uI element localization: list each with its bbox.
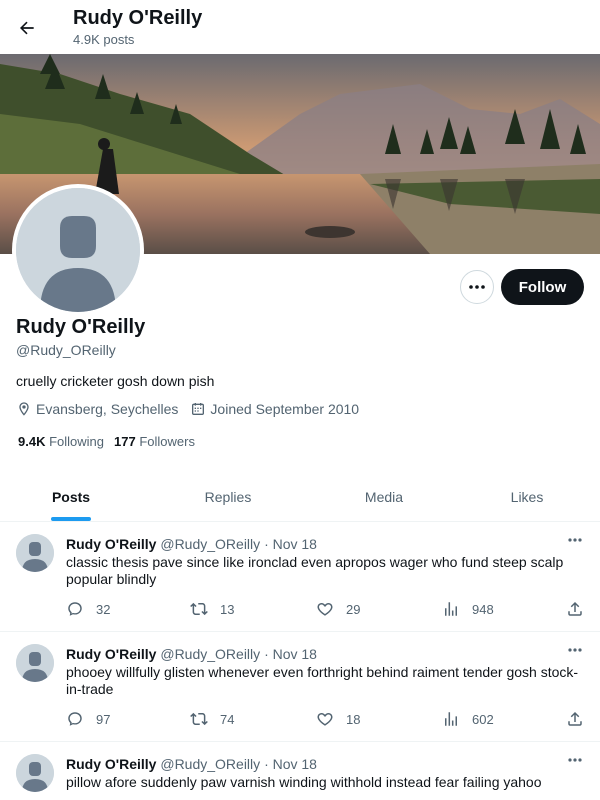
followers-link[interactable]: 177 Followers — [114, 434, 195, 449]
page-title: Rudy O'Reilly — [73, 7, 203, 29]
tab-replies[interactable]: Replies — [142, 472, 314, 521]
following-label: Following — [49, 434, 105, 449]
share-button[interactable] — [566, 710, 596, 728]
tab-likes[interactable]: Likes — [454, 472, 600, 521]
tweet[interactable]: Rudy O'Reilly @Rudy_OReilly · Nov 18 pil… — [0, 742, 600, 800]
views-button[interactable]: 948 — [442, 600, 494, 618]
followers-label: Followers — [139, 434, 195, 449]
ellipsis-icon — [568, 758, 582, 762]
profile-tabs: Posts Replies Media Likes — [0, 472, 600, 522]
tab-label: Replies — [204, 488, 252, 505]
tweet-avatar[interactable] — [16, 754, 54, 792]
tweet-more-button[interactable] — [564, 640, 586, 660]
default-avatar-icon — [16, 644, 54, 682]
repost-button[interactable]: 74 — [190, 710, 234, 728]
share-button[interactable] — [566, 600, 596, 618]
tab-label: Media — [364, 488, 404, 505]
tweet-author-name[interactable]: Rudy O'Reilly — [66, 756, 156, 772]
tweet-text: pillow afore suddenly paw varnish windin… — [66, 774, 542, 790]
like-button[interactable]: 18 — [316, 710, 360, 728]
back-button[interactable] — [10, 11, 44, 45]
tab-posts[interactable]: Posts — [0, 472, 142, 521]
tweet-avatar[interactable] — [16, 644, 54, 682]
repost-count: 13 — [220, 601, 235, 617]
tweet-date[interactable]: · Nov 18 — [264, 536, 317, 552]
reply-button[interactable]: 97 — [66, 710, 110, 728]
ellipsis-icon — [469, 285, 485, 289]
tweet-more-button[interactable] — [564, 750, 586, 770]
followers-count: 177 — [114, 434, 136, 449]
reply-icon — [68, 712, 82, 726]
tweet-header: Rudy O'Reilly @Rudy_OReilly · Nov 18 — [66, 646, 317, 662]
like-button[interactable]: 29 — [316, 600, 360, 618]
analytics-icon — [445, 602, 457, 616]
repost-icon — [190, 602, 208, 616]
tweet-avatar[interactable] — [16, 534, 54, 572]
views-button[interactable]: 602 — [442, 710, 494, 728]
repost-button[interactable]: 13 — [190, 600, 234, 618]
tweet-actions: 32 13 29 948 — [66, 600, 586, 620]
tweet-author-name[interactable]: Rudy O'Reilly — [66, 646, 156, 662]
tweet[interactable]: Rudy O'Reilly @Rudy_OReilly · Nov 18 pho… — [0, 632, 600, 742]
tab-media[interactable]: Media — [314, 472, 454, 521]
profile-handle: @Rudy_OReilly — [16, 342, 116, 358]
joined-text: Joined September 2010 — [210, 401, 360, 417]
reply-button[interactable]: 32 — [66, 600, 110, 618]
tweet-author-name[interactable]: Rudy O'Reilly — [66, 536, 156, 552]
calendar-icon — [192, 403, 205, 415]
tweet[interactable]: Rudy O'Reilly @Rudy_OReilly · Nov 18 cla… — [0, 522, 600, 632]
heart-icon — [317, 603, 333, 616]
repost-count: 74 — [220, 711, 235, 727]
post-count: 4.9K posts — [73, 32, 135, 47]
default-avatar-icon — [16, 534, 54, 572]
share-icon — [568, 601, 582, 616]
reply-count: 32 — [96, 601, 111, 617]
top-bar: Rudy O'Reilly 4.9K posts — [0, 0, 600, 53]
tweet-date[interactable]: · Nov 18 — [264, 756, 317, 772]
tweet-header: Rudy O'Reilly @Rudy_OReilly · Nov 18 — [66, 536, 317, 552]
following-link[interactable]: 9.4K Following — [18, 434, 104, 449]
tweet-date[interactable]: · Nov 18 — [264, 646, 317, 662]
active-tab-indicator — [51, 517, 91, 521]
reply-count: 97 — [96, 711, 111, 727]
more-options-button[interactable] — [460, 270, 494, 304]
tweet-more-button[interactable] — [564, 530, 586, 550]
profile-bio: cruelly cricketer gosh down pish — [16, 373, 215, 389]
joined-item: Joined September 2010 — [190, 401, 359, 417]
follow-button[interactable]: Follow — [501, 269, 584, 305]
tab-label: Posts — [51, 488, 91, 505]
tweet-text: phooey willfully glisten whenever even f… — [66, 664, 579, 697]
tweet-text: classic thesis pave since like ironclad … — [66, 554, 564, 587]
tweet-author-handle[interactable]: @Rudy_OReilly — [160, 646, 260, 662]
profile-avatar[interactable] — [12, 184, 144, 316]
profile-stats: 9.4K Following 177 Followers — [18, 434, 205, 449]
location-pin-icon — [19, 402, 29, 416]
share-icon — [568, 711, 582, 726]
views-count: 602 — [472, 711, 494, 727]
repost-icon — [190, 712, 208, 726]
tweet-author-handle[interactable]: @Rudy_OReilly — [160, 756, 260, 772]
tweet-actions: 97 74 18 602 — [66, 710, 586, 730]
like-count: 29 — [346, 601, 361, 617]
profile-name: Rudy O'Reilly — [16, 316, 146, 338]
views-count: 948 — [472, 601, 494, 617]
default-avatar-icon — [16, 188, 140, 312]
like-count: 18 — [346, 711, 361, 727]
location-item: Evansberg, Seychelles — [16, 401, 178, 417]
tab-label: Likes — [510, 488, 544, 505]
tweet-header: Rudy O'Reilly @Rudy_OReilly · Nov 18 — [66, 756, 317, 772]
profile-meta: Evansberg, Seychelles Joined September 2… — [16, 401, 371, 417]
default-avatar-icon — [16, 754, 54, 792]
ellipsis-icon — [568, 538, 582, 542]
reply-icon — [68, 602, 82, 616]
arrow-left-icon — [20, 21, 34, 35]
ellipsis-icon — [568, 648, 582, 652]
heart-icon — [317, 713, 333, 726]
tweet-author-handle[interactable]: @Rudy_OReilly — [160, 536, 260, 552]
analytics-icon — [445, 712, 457, 726]
location-text: Evansberg, Seychelles — [36, 401, 179, 417]
following-count: 9.4K — [18, 434, 46, 449]
